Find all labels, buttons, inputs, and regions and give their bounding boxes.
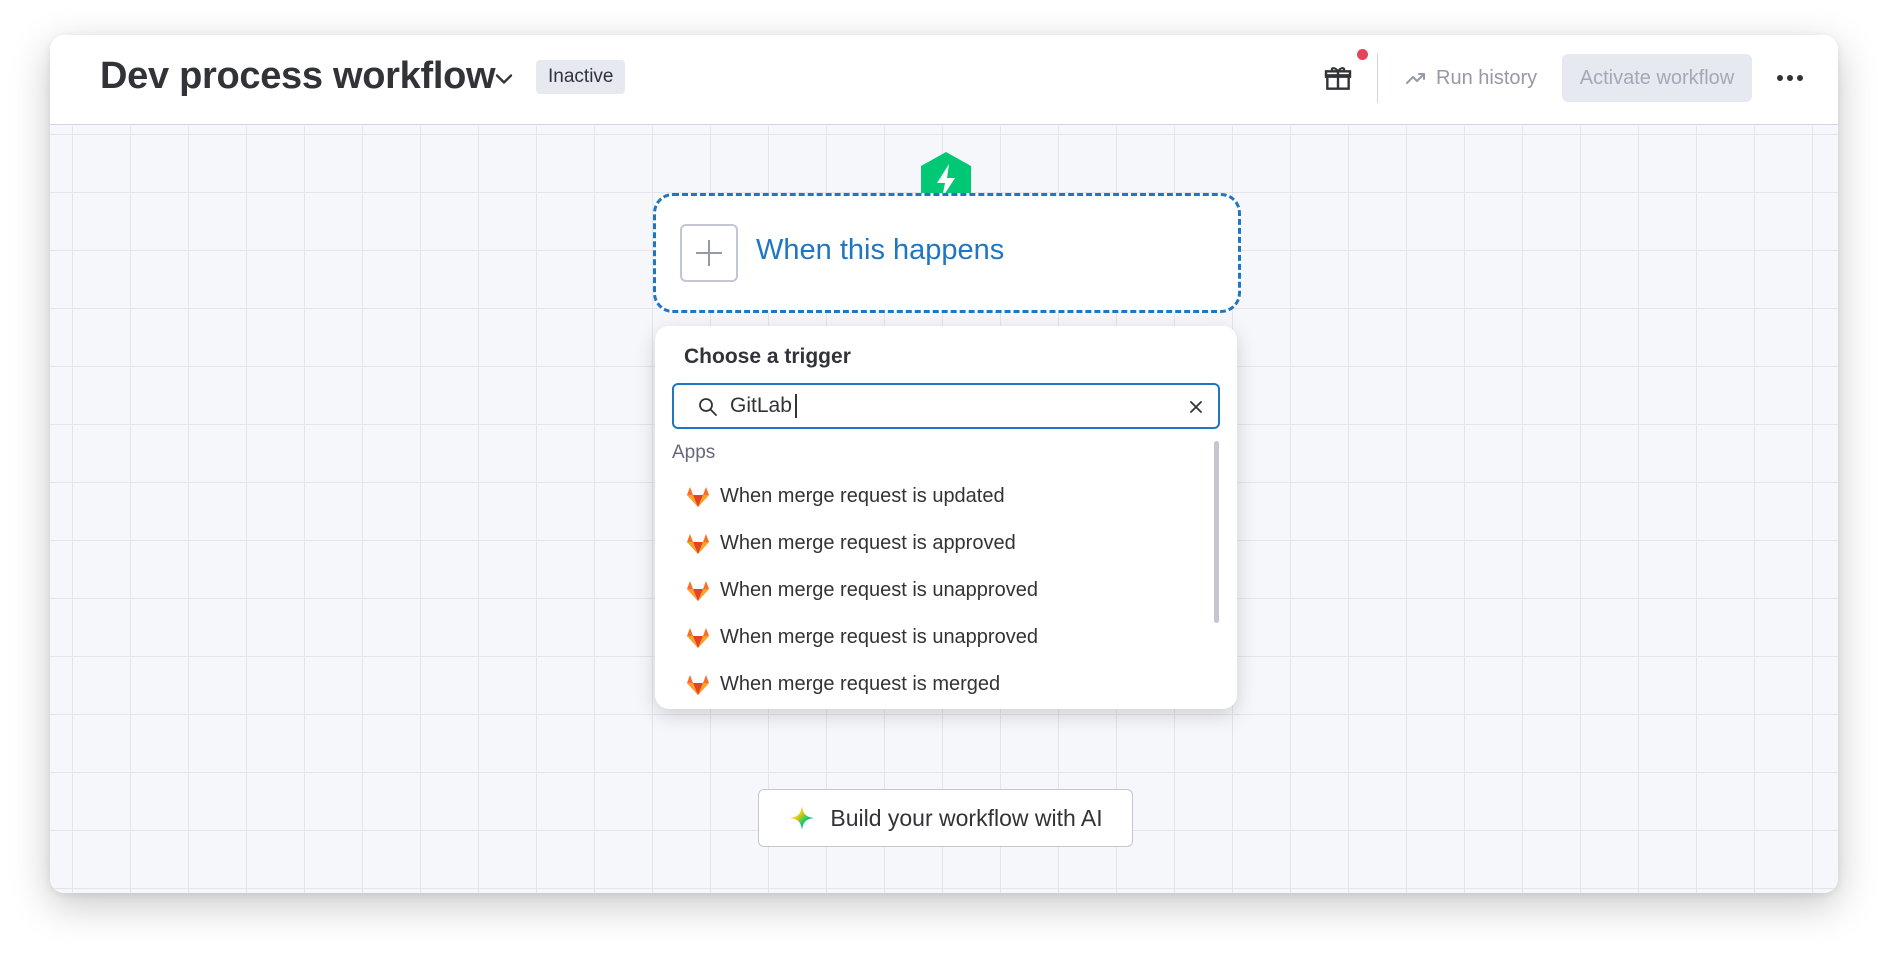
build-with-ai-button[interactable]: Build your workflow with AI	[758, 789, 1133, 847]
trigger-dropdown: Choose a trigger Apps	[655, 326, 1237, 709]
list-item-label: When merge request is approved	[720, 532, 1016, 554]
text-caret	[795, 394, 797, 418]
workflow-header: Dev process workflow Inactive Run histor…	[50, 35, 1838, 125]
trend-up-icon	[1406, 73, 1425, 84]
gitlab-icon	[687, 627, 709, 648]
gift-icon[interactable]	[1322, 62, 1354, 94]
trigger-list: When merge request is updated When merge…	[672, 473, 1202, 708]
list-item-label: When merge request is unapproved	[720, 626, 1038, 648]
more-options-icon[interactable]	[1774, 65, 1806, 91]
gitlab-icon	[687, 533, 709, 554]
trigger-title[interactable]: When this happens	[756, 234, 1004, 267]
gitlab-icon	[687, 486, 709, 507]
notification-dot	[1357, 49, 1368, 60]
list-item-label: When merge request is updated	[720, 485, 1005, 507]
ai-button-label: Build your workflow with AI	[830, 804, 1103, 831]
trigger-search[interactable]	[672, 383, 1220, 429]
list-item-label: When merge request is unapproved	[720, 579, 1038, 601]
list-item[interactable]: When merge request is approved	[672, 520, 1202, 567]
activate-workflow-button[interactable]: Activate workflow	[1562, 54, 1752, 102]
status-badge: Inactive	[536, 60, 626, 94]
plus-icon	[696, 240, 722, 266]
workflow-title[interactable]: Dev process workflow	[100, 55, 496, 98]
workflow-window: Dev process workflow Inactive Run histor…	[50, 35, 1838, 893]
ai-sparkle-icon	[790, 806, 815, 830]
list-item[interactable]: When merge request is unapproved	[672, 614, 1202, 661]
dropdown-title: Choose a trigger	[684, 345, 851, 368]
gitlab-icon	[687, 674, 709, 695]
gitlab-icon	[687, 580, 709, 601]
header-divider	[1377, 53, 1378, 103]
close-icon[interactable]	[1188, 399, 1204, 415]
list-item[interactable]: When merge request is updated	[672, 473, 1202, 520]
chevron-down-icon[interactable]	[490, 65, 518, 93]
group-label-apps: Apps	[672, 442, 716, 463]
run-history-label: Run history	[1436, 66, 1538, 89]
dropdown-scrollbar[interactable]	[1214, 441, 1219, 623]
run-history-button[interactable]: Run history	[1404, 59, 1537, 97]
list-item[interactable]: When merge request is merged	[672, 661, 1202, 708]
list-item-label: When merge request is merged	[720, 673, 1001, 695]
search-icon	[699, 398, 717, 416]
list-item[interactable]: When merge request is unapproved	[672, 567, 1202, 614]
add-trigger-button[interactable]	[680, 224, 738, 282]
trigger-card[interactable]: When this happens	[653, 193, 1241, 313]
